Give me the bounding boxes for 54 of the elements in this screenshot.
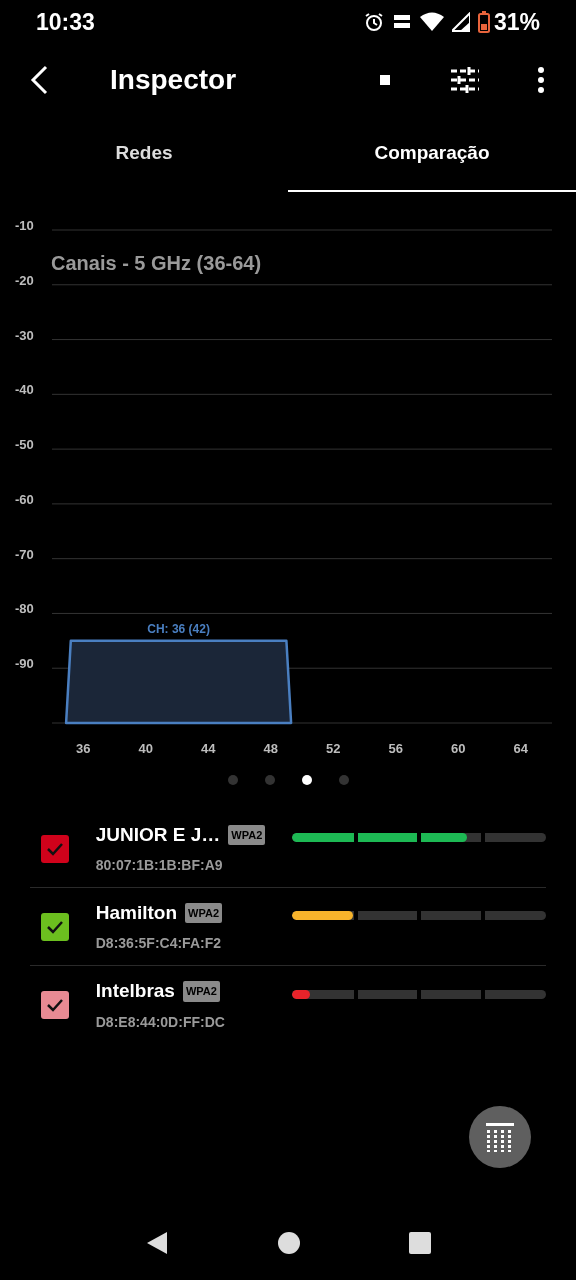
nav-recents-button[interactable] <box>409 1232 432 1254</box>
back-icon <box>30 65 48 95</box>
network-name: Hamilton <box>95 900 178 925</box>
checkbox[interactable] <box>41 991 69 1019</box>
chart-title: Canais - 5 GHz (36-64) <box>51 252 262 274</box>
check-icon <box>45 841 64 856</box>
battery-percent: 31% <box>493 7 540 37</box>
y-tick-label: -70 <box>15 546 34 562</box>
check-icon <box>45 998 64 1012</box>
filter-button[interactable] <box>450 65 480 95</box>
y-tick-label: -60 <box>15 491 34 507</box>
grid-icon <box>485 1122 515 1152</box>
security-badge: WPA2 <box>182 981 220 1002</box>
more-button[interactable] <box>536 65 546 95</box>
tab[interactable]: Comparação <box>288 116 576 192</box>
mac-address: 80:07:1B:1B:BF:A9 <box>95 856 224 876</box>
wifi-icon <box>419 12 444 32</box>
y-tick-label: -80 <box>15 601 34 617</box>
screen-title: Inspector <box>110 63 237 97</box>
channel-label: CH: 36 (42) <box>147 621 210 636</box>
recents-icon <box>409 1232 432 1254</box>
y-tick-label: -10 <box>15 218 34 233</box>
alarm-icon <box>363 12 384 32</box>
x-tick-label: 44 <box>201 741 216 756</box>
tab[interactable]: Redes <box>0 116 288 192</box>
home-icon <box>278 1232 300 1254</box>
network-name: JUNIOR E J… <box>95 822 221 847</box>
check-icon <box>45 919 64 934</box>
x-tick-label: 52 <box>326 741 341 756</box>
y-tick-label: -30 <box>15 327 34 343</box>
x-tick-label: 40 <box>138 741 153 756</box>
mac-address: D8:E8:44:0D:FF:DC <box>95 1012 226 1032</box>
security-badge: WPA2 <box>228 824 266 846</box>
x-tick-label: 60 <box>451 741 466 756</box>
x-tick-label: 36 <box>76 741 91 756</box>
network-name: Intelbras <box>95 979 175 1004</box>
cell-signal-icon <box>451 12 470 32</box>
checkbox[interactable] <box>41 834 69 863</box>
checkbox[interactable] <box>41 912 69 941</box>
x-tick-label: 64 <box>513 741 528 756</box>
x-tick-label: 48 <box>263 741 278 756</box>
status-time: 10:33 <box>36 7 95 37</box>
stop-icon <box>380 75 390 85</box>
security-badge: WPA2 <box>185 902 222 924</box>
more-icon <box>538 67 544 93</box>
y-tick-label: -20 <box>15 272 34 288</box>
nav-home-button[interactable] <box>278 1232 300 1254</box>
y-tick-label: -40 <box>15 382 34 398</box>
battery-icon <box>477 11 490 33</box>
sliders-icon <box>451 67 479 93</box>
y-tick-label: -50 <box>15 437 34 453</box>
y-tick-label: -90 <box>15 656 34 672</box>
x-tick-label: 56 <box>388 741 403 756</box>
mac-address: D8:36:5F:C4:FA:F2 <box>95 934 222 954</box>
